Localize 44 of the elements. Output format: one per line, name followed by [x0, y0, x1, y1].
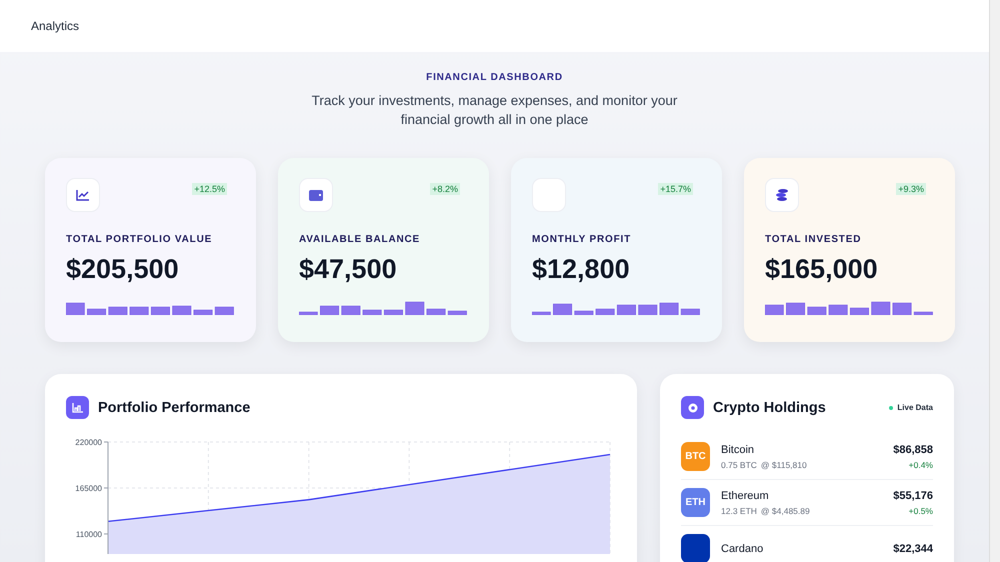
holding-row[interactable]: ETH Ethereum 12.3 ETH @ $4,485.89 $55,176 +0.5% — [681, 480, 933, 526]
y-tick-label: 165000 — [75, 484, 102, 493]
change-badge: +9.3% — [896, 183, 926, 195]
stat-value: $47,500 — [299, 254, 398, 285]
section-eyebrow: FINANCIAL DASHBOARD — [426, 72, 563, 83]
page-title: Analytics — [31, 19, 80, 33]
holding-change: +0.4% — [908, 460, 933, 470]
change-badge: +15.7% — [658, 183, 693, 195]
holding-row[interactable]: Cardano $22,344 — [681, 526, 933, 562]
coin-name: Ethereum — [721, 490, 770, 502]
stat-value: $205,500 — [66, 254, 180, 285]
change-badge: +8.2% — [430, 183, 460, 195]
live-indicator: Live Data — [889, 403, 933, 412]
panel-title: Crypto Holdings — [713, 400, 826, 416]
y-tick-label: 110000 — [76, 530, 102, 539]
stat-value: $165,000 — [765, 254, 879, 285]
coin-symbol: ETH — [681, 488, 710, 517]
coin-name: Cardano — [721, 542, 764, 554]
coin-icon — [681, 396, 704, 419]
stat-label: AVAILABLE BALANCE — [299, 234, 422, 245]
wallet-icon — [309, 190, 323, 200]
coin-name: Bitcoin — [721, 444, 756, 456]
stat-label: TOTAL INVESTED — [765, 234, 862, 245]
holding-value: $55,176 — [893, 490, 933, 502]
coin-symbol: BTC — [681, 442, 710, 471]
line-chart-icon — [76, 189, 90, 201]
holding-change: +0.5% — [908, 506, 933, 516]
coin-amount: 12.3 ETH — [721, 506, 757, 516]
stat-label: TOTAL PORTFOLIO VALUE — [66, 234, 214, 245]
holding-value: $86,858 — [893, 444, 933, 456]
stat-value: $12,800 — [532, 254, 631, 285]
coin-price: @ $115,810 — [760, 460, 807, 470]
holding-value: $22,344 — [893, 542, 933, 554]
hero-subtitle: Track your investments, manage expenses, and monitor your financial growth all in one place — [310, 92, 678, 129]
holding-row[interactable]: BTC Bitcoin 0.75 BTC @ $115,810 $86,858 +0.4% — [681, 434, 933, 480]
coins-icon — [775, 188, 789, 202]
coin-amount: 0.75 BTC — [721, 460, 757, 470]
coin-price: @ $4,485.89 — [760, 506, 810, 516]
y-tick-label: 220000 — [75, 438, 102, 447]
change-badge: +12.5% — [192, 183, 227, 195]
stat-label: MONTHLY PROFIT — [532, 234, 632, 245]
status-dot — [889, 406, 894, 410]
bar-chart-icon — [66, 396, 89, 419]
panel-title: Portfolio Performance — [98, 400, 250, 416]
